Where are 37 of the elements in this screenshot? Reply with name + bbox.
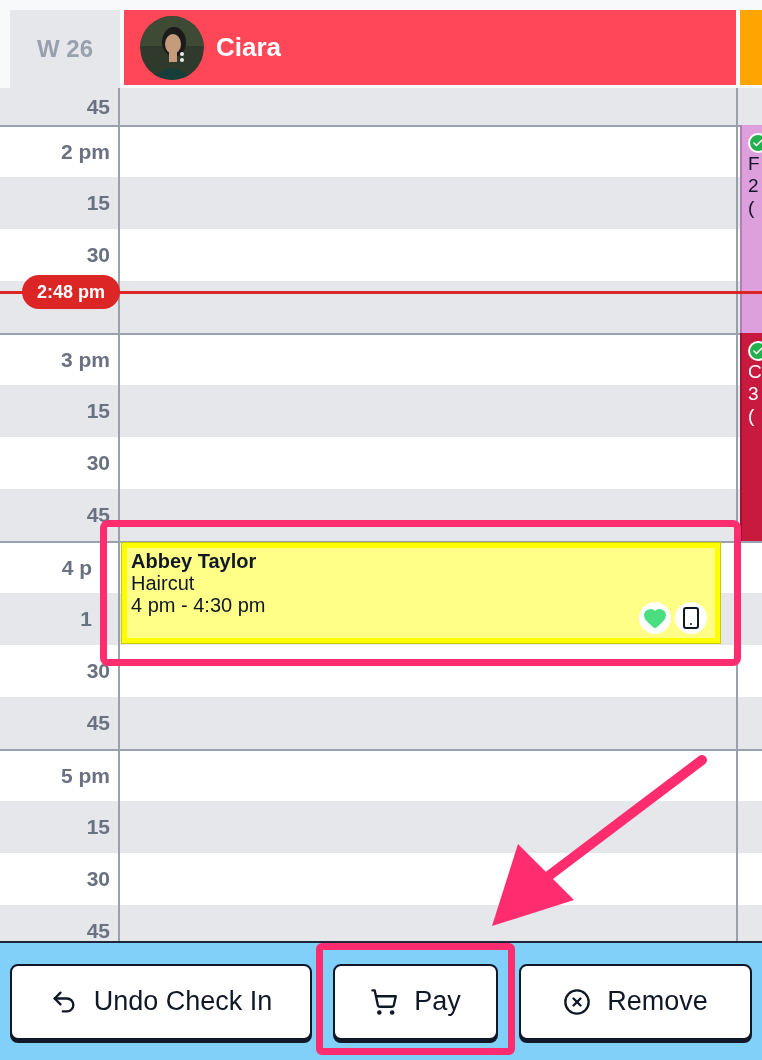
undo-button[interactable]: Undo Check In	[10, 963, 312, 1040]
appointment-block[interactable]: C 3 (	[740, 333, 762, 541]
time-label: 45	[86, 710, 110, 737]
staff-header[interactable]	[740, 10, 762, 85]
appointment-card[interactable]: Abbey Taylor Haircut 4 pm - 4:30 pm	[122, 543, 720, 643]
time-label: 30	[86, 450, 110, 477]
pay-button[interactable]: Pay	[333, 963, 498, 1040]
time-label: 30	[86, 242, 110, 269]
appointment-time: 4 pm - 4:30 pm	[131, 594, 267, 616]
cart-icon	[370, 987, 399, 1016]
remove-button[interactable]: Remove	[519, 963, 752, 1040]
time-label: 15	[86, 190, 110, 217]
time-label: 1	[80, 606, 92, 633]
time-label: 45	[86, 918, 110, 941]
time-label: 45	[86, 502, 110, 529]
time-label: 45	[86, 93, 110, 120]
time-label: 2 pm	[61, 139, 110, 166]
time-label: 30	[86, 658, 110, 685]
time-label: 3 pm	[61, 347, 110, 374]
client-name: Abbey Taylor	[131, 550, 258, 572]
time-label: 5 pm	[61, 763, 110, 790]
appointment-text: 3	[748, 383, 760, 405]
staff-name: Ciara	[216, 31, 282, 64]
time-label: 15	[86, 398, 110, 425]
time-label: 4 p	[61, 555, 92, 582]
close-icon	[563, 987, 592, 1016]
week-number: W 26	[10, 10, 120, 88]
time-label: 30	[86, 866, 110, 893]
time-label: 15	[86, 814, 110, 841]
appointment-block[interactable]: F 2 (	[740, 125, 762, 333]
appointment-text: 2	[748, 175, 760, 197]
appointment-text: (	[748, 405, 756, 427]
service-name: Haircut	[131, 572, 196, 594]
appointment-text: F	[748, 153, 761, 175]
current-time-badge: 2:48 pm	[22, 275, 120, 309]
appointment-text: C	[748, 361, 762, 383]
appointment-text: (	[748, 197, 756, 219]
